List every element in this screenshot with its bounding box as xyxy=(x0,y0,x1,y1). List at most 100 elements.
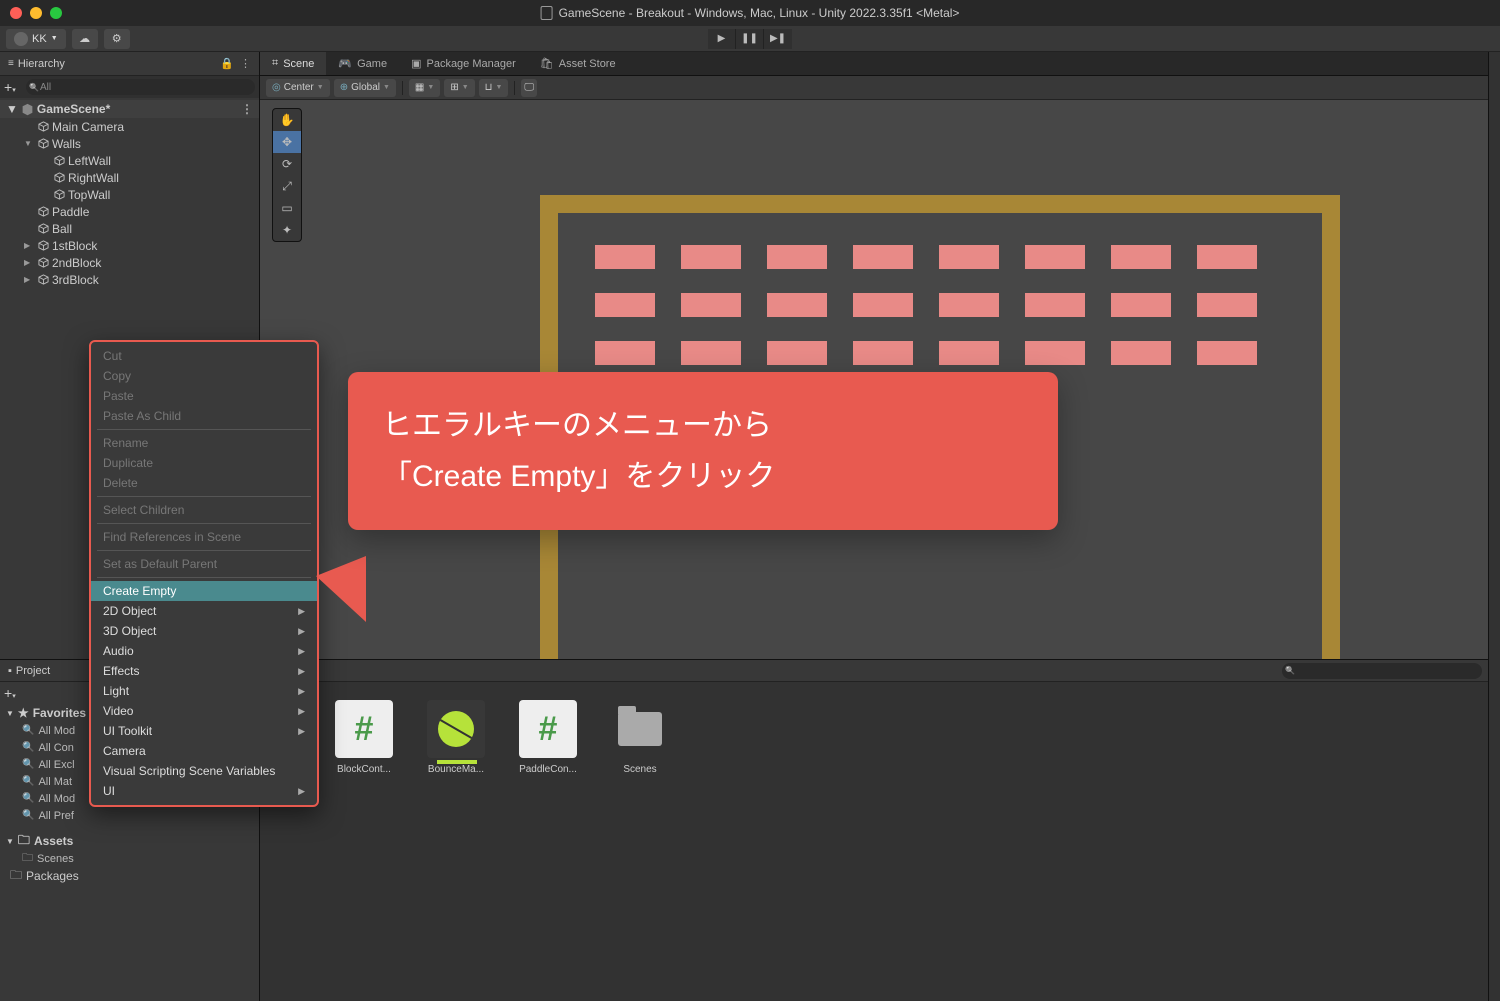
asset-item[interactable]: Scenes xyxy=(606,700,674,775)
ctx-ui[interactable]: UI▶ xyxy=(91,781,317,801)
separator xyxy=(97,496,311,497)
tree-item-paddle[interactable]: Paddle xyxy=(0,203,259,220)
ctx-create-empty[interactable]: Create Empty xyxy=(91,581,317,601)
fav-label: All Con xyxy=(38,742,73,754)
asset-label: PaddleCon... xyxy=(512,764,584,775)
step-button[interactable]: ▶❚ xyxy=(764,29,792,49)
tab-game[interactable]: 🎮Game xyxy=(326,52,399,75)
project-search[interactable] xyxy=(1282,663,1482,679)
add-button[interactable]: +▾ xyxy=(4,685,16,701)
rotate-tool[interactable]: ⟳ xyxy=(273,153,301,175)
asset-item[interactable]: #PaddleCon... xyxy=(514,700,582,775)
cube-icon xyxy=(53,189,65,201)
expand-icon[interactable]: ▶ xyxy=(24,258,34,267)
ctx-ui-toolkit[interactable]: UI Toolkit▶ xyxy=(91,721,317,741)
hierarchy-tab[interactable]: ≡ Hierarchy 🔒⋮ xyxy=(0,52,259,76)
ctx-select-children[interactable]: Select Children xyxy=(91,500,317,520)
asset-item[interactable]: BounceMa... xyxy=(422,700,490,775)
ctx-light[interactable]: Light▶ xyxy=(91,681,317,701)
tree-item-walls[interactable]: ▼Walls xyxy=(0,135,259,152)
snap-toggle-button[interactable]: ⊔▼ xyxy=(479,79,509,97)
tree-item-leftwall[interactable]: LeftWall xyxy=(0,152,259,169)
close-icon[interactable] xyxy=(10,7,22,19)
ctx-3d-object[interactable]: 3D Object▶ xyxy=(91,621,317,641)
ctx-duplicate[interactable]: Duplicate xyxy=(91,453,317,473)
inspector-collapsed[interactable] xyxy=(1488,52,1500,1001)
ctx-find-references[interactable]: Find References in Scene xyxy=(91,527,317,547)
snap-increment-button[interactable]: ⊞▼ xyxy=(444,79,474,97)
play-button[interactable]: ▶ xyxy=(708,29,736,49)
tab-scene[interactable]: ⌗Scene xyxy=(260,52,326,75)
ctx-camera[interactable]: Camera xyxy=(91,741,317,761)
ctx-rename[interactable]: Rename xyxy=(91,433,317,453)
packages-header[interactable]: 🗀Packages xyxy=(0,867,259,885)
tree-item-ball[interactable]: Ball xyxy=(0,220,259,237)
lock-icon[interactable]: 🔒 xyxy=(220,57,234,70)
ctx-set-default-parent[interactable]: Set as Default Parent xyxy=(91,554,317,574)
ctx-delete[interactable]: Delete xyxy=(91,473,317,493)
expand-icon[interactable]: ▼ xyxy=(6,102,18,116)
grid-snap-button[interactable]: ▦▼ xyxy=(409,79,440,97)
user-icon xyxy=(14,32,28,46)
expand-icon[interactable]: ▶ xyxy=(24,241,34,250)
tree-item-3rdblock[interactable]: ▶3rdBlock xyxy=(0,271,259,288)
folder-item[interactable]: 🗀Scenes xyxy=(0,850,259,867)
folder-icon xyxy=(611,700,669,758)
ctx-effects[interactable]: Effects▶ xyxy=(91,661,317,681)
ctx-copy[interactable]: Copy xyxy=(91,366,317,386)
ctx-label: UI Toolkit xyxy=(103,724,152,738)
separator xyxy=(514,81,515,95)
rect-tool[interactable]: ▭ xyxy=(273,197,301,219)
expand-icon[interactable]: ▼ xyxy=(24,139,34,148)
chevron-right-icon: ▶ xyxy=(298,686,305,697)
scene-menu-icon[interactable]: ⋮ xyxy=(241,102,253,116)
ctx-paste-as-child[interactable]: Paste As Child xyxy=(91,406,317,426)
hierarchy-title: Hierarchy xyxy=(18,58,65,70)
draw-mode-button[interactable]: 🖵 xyxy=(521,79,537,97)
window-controls xyxy=(10,7,62,19)
tree-item-topwall[interactable]: TopWall xyxy=(0,186,259,203)
cube-icon xyxy=(37,257,49,269)
move-tool[interactable]: ✥ xyxy=(273,131,301,153)
fav-label: All Mod xyxy=(38,725,75,737)
increment-icon: ⊞ xyxy=(450,82,458,93)
fav-item[interactable]: 🔍All Pref xyxy=(0,807,259,824)
minimize-icon[interactable] xyxy=(30,7,42,19)
add-button[interactable]: +▾ xyxy=(4,79,26,95)
maximize-icon[interactable] xyxy=(50,7,62,19)
tree-item-1stblock[interactable]: ▶1stBlock xyxy=(0,237,259,254)
settings-button[interactable]: ⚙ xyxy=(104,29,130,49)
assets-header[interactable]: ▼🗀Assets xyxy=(0,832,259,850)
tab-package-manager[interactable]: ▣Package Manager xyxy=(399,52,528,75)
expand-icon[interactable]: ▼ xyxy=(6,709,14,718)
global-local-dropdown[interactable]: ⊕Global▼ xyxy=(334,79,396,97)
scale-tool[interactable]: ⤢ xyxy=(273,175,301,197)
ctx-paste[interactable]: Paste xyxy=(91,386,317,406)
expand-icon[interactable]: ▼ xyxy=(6,837,14,846)
tab-label: Game xyxy=(357,58,387,70)
expand-icon[interactable]: ▶ xyxy=(24,275,34,284)
panel-menu-icon[interactable]: 🔒⋮ xyxy=(220,57,251,70)
window-title: GameScene - Breakout - Windows, Mac, Lin… xyxy=(541,6,960,20)
transform-tool[interactable]: ✦ xyxy=(273,219,301,241)
ctx-audio[interactable]: Audio▶ xyxy=(91,641,317,661)
asset-item[interactable]: #BlockCont... xyxy=(330,700,398,775)
tree-item-rightwall[interactable]: RightWall xyxy=(0,169,259,186)
account-button[interactable]: KK ▼ xyxy=(6,29,66,49)
pause-button[interactable]: ❚❚ xyxy=(736,29,764,49)
cloud-button[interactable]: ☁ xyxy=(72,29,98,49)
ctx-video[interactable]: Video▶ xyxy=(91,701,317,721)
context-menu: Cut Copy Paste Paste As Child Rename Dup… xyxy=(89,340,319,807)
ctx-cut[interactable]: Cut xyxy=(91,346,317,366)
tree-item-2ndblock[interactable]: ▶2ndBlock xyxy=(0,254,259,271)
ctx-2d-object[interactable]: 2D Object▶ xyxy=(91,601,317,621)
tree-item-main-camera[interactable]: Main Camera xyxy=(0,118,259,135)
scene-row[interactable]: ▼ GameScene* ⋮ xyxy=(0,100,259,118)
tab-asset-store[interactable]: 🛍Asset Store xyxy=(528,52,628,75)
hand-tool[interactable]: ✋ xyxy=(273,109,301,131)
item-label: Paddle xyxy=(52,205,89,219)
ctx-visual-scripting[interactable]: Visual Scripting Scene Variables xyxy=(91,761,317,781)
hierarchy-search[interactable]: All xyxy=(26,79,255,95)
pivot-center-dropdown[interactable]: ◎Center▼ xyxy=(266,79,330,97)
chevron-down-icon: ▼ xyxy=(427,84,434,91)
